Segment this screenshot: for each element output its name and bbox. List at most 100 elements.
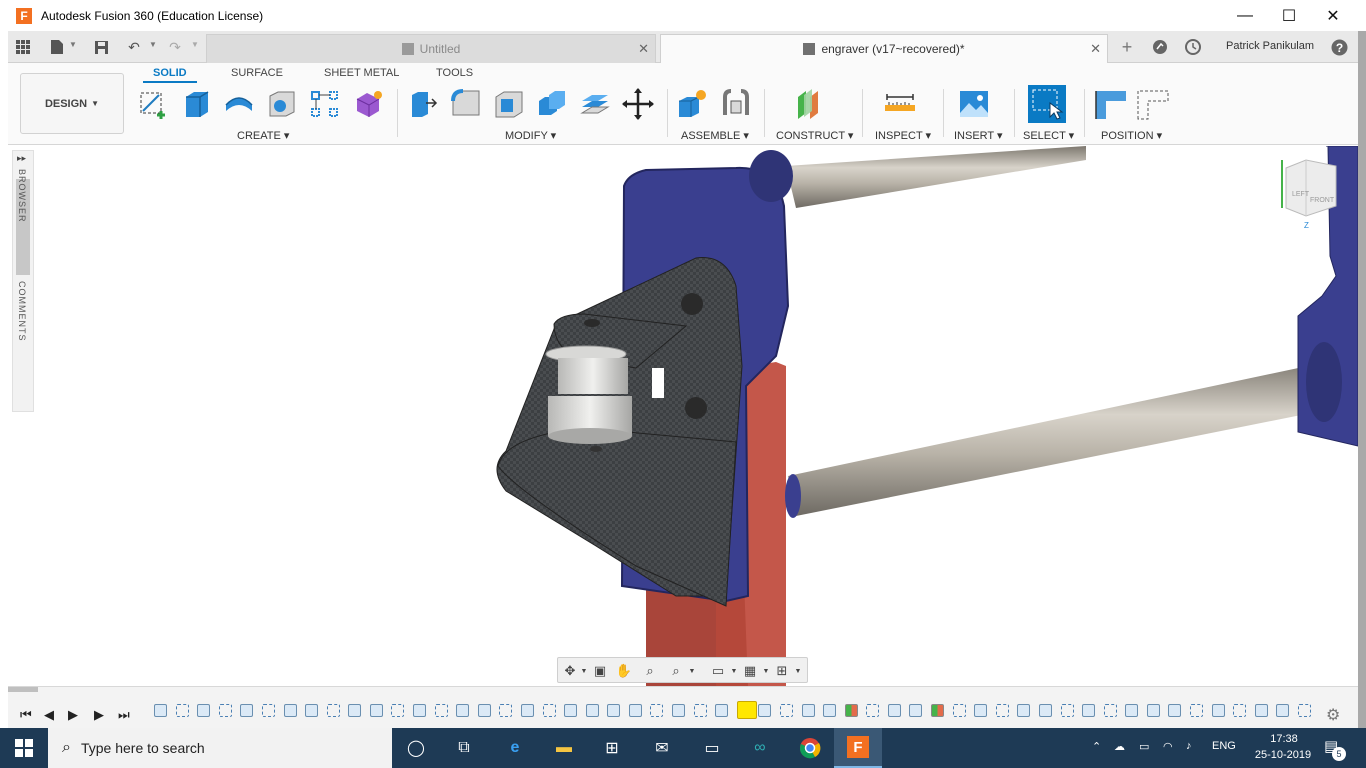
help-icon[interactable]: ? <box>1330 38 1348 56</box>
timeline-feature[interactable] <box>542 704 556 717</box>
timeline-feature[interactable] <box>844 704 858 717</box>
timeline-feature[interactable] <box>1103 704 1117 717</box>
timeline-feature[interactable] <box>218 704 232 717</box>
step-back-icon[interactable]: ◀ <box>44 707 54 723</box>
timeline-feature[interactable] <box>477 704 491 717</box>
timeline-feature[interactable] <box>261 704 275 717</box>
timeline-feature[interactable] <box>283 704 297 717</box>
select-tool-active-bg[interactable] <box>1028 85 1066 123</box>
grid-settings-icon[interactable]: ▦ <box>742 663 758 679</box>
create-form-icon[interactable] <box>351 87 385 121</box>
timeline-feature[interactable] <box>1038 704 1052 717</box>
timeline-feature[interactable] <box>585 704 599 717</box>
timeline-feature[interactable] <box>1146 704 1160 717</box>
construct-menu[interactable]: CONSTRUCT ▾ <box>776 129 853 142</box>
inspect-menu[interactable]: INSPECT ▾ <box>875 129 931 142</box>
language-indicator[interactable]: ENG <box>1212 740 1236 752</box>
zoom-icon[interactable]: ⌕ <box>642 663 658 679</box>
timeline-feature[interactable] <box>715 704 729 717</box>
timeline-feature[interactable] <box>693 704 707 717</box>
timeline-feature[interactable] <box>520 704 534 717</box>
clock-icon[interactable] <box>1184 38 1202 56</box>
volume-icon[interactable]: ♪ <box>1186 740 1192 752</box>
redo-icon[interactable]: ↷ <box>166 38 184 56</box>
timeline-feature[interactable] <box>456 704 470 717</box>
show-hidden-icons-chevron-up-icon[interactable]: ⌃ <box>1092 740 1101 753</box>
file-menu-icon[interactable] <box>48 38 66 56</box>
new-component-icon[interactable] <box>675 87 709 121</box>
joint-icon[interactable] <box>719 87 753 121</box>
go-to-end-icon[interactable]: ⏭ <box>118 707 130 723</box>
display-settings-icon[interactable]: ▭ <box>710 663 726 679</box>
close-tab-icon[interactable]: ✕ <box>1090 41 1101 57</box>
timeline-feature[interactable] <box>628 704 642 717</box>
timeline-feature[interactable] <box>434 704 448 717</box>
timeline-feature[interactable] <box>1168 704 1182 717</box>
timeline-feature[interactable] <box>499 704 513 717</box>
timeline-feature[interactable] <box>801 704 815 717</box>
timeline-feature[interactable] <box>175 704 189 717</box>
timeline-feature[interactable] <box>154 704 167 717</box>
look-at-icon[interactable]: ▣ <box>592 663 608 679</box>
taskbar-search[interactable]: ⌕ Type here to search <box>48 728 392 768</box>
timeline-feature[interactable] <box>348 704 362 717</box>
job-status-icon[interactable] <box>1151 38 1169 56</box>
timeline-feature[interactable] <box>413 704 427 717</box>
timeline-feature[interactable] <box>607 704 621 717</box>
assemble-menu[interactable]: ASSEMBLE ▾ <box>681 129 749 142</box>
viewcube[interactable]: LEFT FRONT Z <box>1281 159 1337 230</box>
tab-sheet-metal[interactable]: SHEET METAL <box>324 67 399 79</box>
timeline-feature[interactable] <box>823 704 837 717</box>
fillet-icon[interactable] <box>449 87 483 121</box>
comments-label[interactable]: COMMENTS <box>17 281 27 342</box>
timeline-feature[interactable] <box>887 704 901 717</box>
timeline-feature[interactable] <box>952 704 966 717</box>
timeline-feature[interactable] <box>369 704 383 717</box>
press-pull-icon[interactable] <box>406 87 440 121</box>
offset-plane-icon[interactable] <box>794 87 828 121</box>
extrude-icon[interactable] <box>180 87 214 121</box>
go-to-start-icon[interactable]: ⏮ <box>20 707 32 723</box>
chevron-down-icon[interactable]: ▼ <box>191 40 199 49</box>
measure-icon[interactable] <box>883 87 917 121</box>
minimize-button[interactable]: — <box>1222 0 1268 31</box>
onedrive-cloud-icon[interactable]: ☁ <box>1114 740 1125 753</box>
timeline-feature[interactable] <box>1017 704 1031 717</box>
chevron-down-icon[interactable]: ▼ <box>790 663 806 679</box>
insert-menu[interactable]: INSERT ▾ <box>954 129 1003 142</box>
step-forward-icon[interactable]: ▶ <box>94 707 104 723</box>
timeline-feature[interactable] <box>197 704 211 717</box>
start-button[interactable] <box>0 728 48 768</box>
undo-icon[interactable]: ↶ <box>125 38 143 56</box>
browser-label[interactable]: BROWSER <box>17 169 27 223</box>
timeline-feature[interactable] <box>1190 704 1204 717</box>
workspace-switcher-button[interactable]: DESIGN ▼ <box>20 73 124 134</box>
timeline-feature[interactable] <box>1233 704 1247 717</box>
chevron-down-icon[interactable]: ▼ <box>684 663 700 679</box>
timeline-feature[interactable] <box>1060 704 1074 717</box>
timeline-feature[interactable] <box>1125 704 1139 717</box>
chevron-down-icon[interactable]: ▼ <box>149 40 157 49</box>
modify-menu[interactable]: MODIFY ▾ <box>505 129 556 142</box>
capture-position-icon[interactable] <box>1094 87 1128 121</box>
revert-position-icon[interactable] <box>1136 87 1170 121</box>
chevron-down-icon[interactable]: ▼ <box>576 663 592 679</box>
tab-solid[interactable]: SOLID <box>153 67 187 79</box>
timeline-feature[interactable] <box>974 704 988 717</box>
timeline-feature[interactable] <box>931 704 945 717</box>
browser-panel-collapsed[interactable]: ▸▸ BROWSER COMMENTS <box>12 150 34 412</box>
rectangular-pattern-icon[interactable] <box>308 87 342 121</box>
pan-icon[interactable]: ✋ <box>616 663 632 679</box>
timeline-feature[interactable] <box>1082 704 1096 717</box>
timeline-feature[interactable] <box>1298 704 1311 717</box>
chevron-down-icon[interactable]: ▼ <box>758 663 774 679</box>
viewports-icon[interactable]: ⊞ <box>774 663 790 679</box>
zoom-window-icon[interactable]: ⌕ <box>668 663 684 679</box>
timeline-feature[interactable] <box>564 704 578 717</box>
edge-browser-icon[interactable]: e <box>503 736 527 760</box>
timeline-feature[interactable] <box>1276 704 1290 717</box>
insert-image-icon[interactable] <box>957 87 991 121</box>
create-sketch-icon[interactable] <box>137 87 171 121</box>
hole-icon[interactable] <box>265 87 299 121</box>
timeline-feature[interactable] <box>326 704 340 717</box>
